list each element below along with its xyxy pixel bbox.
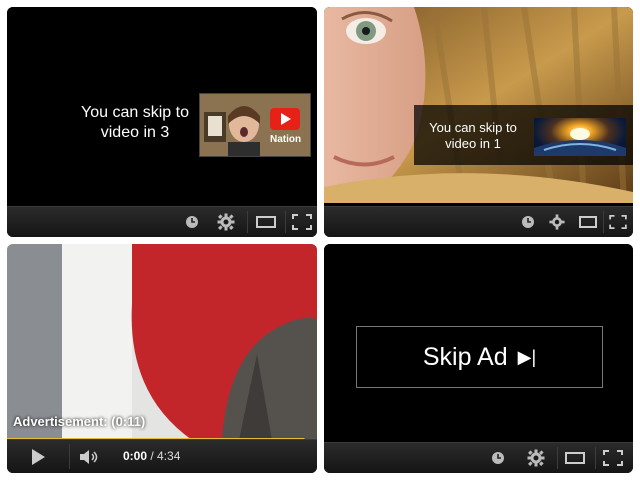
fullscreen-icon[interactable] — [606, 207, 630, 237]
video-player-3: Advertisement: (0:11) 0:00 / 4:34 — [7, 244, 317, 473]
watch-later-icon[interactable] — [518, 207, 538, 237]
current-time: 0:00 — [123, 449, 148, 463]
time-separator: / — [147, 449, 158, 463]
controls-divider — [557, 447, 558, 469]
video-player-4: Skip Ad ▶| — [324, 244, 633, 473]
sunrise-earth-image — [534, 128, 626, 156]
video-player-2: You can skip to video in 1 — [324, 7, 633, 237]
settings-gear-icon[interactable] — [213, 207, 239, 237]
fullscreen-icon[interactable] — [288, 207, 316, 237]
next-video-thumbnail[interactable] — [534, 118, 626, 156]
time-display: 0:00 / 4:34 — [123, 440, 180, 473]
theater-mode-icon[interactable] — [576, 207, 600, 237]
player-controls: 0:00 / 4:34 — [7, 439, 317, 473]
theater-mode-icon[interactable] — [251, 207, 281, 237]
skip-ad-label: Skip Ad — [422, 342, 508, 371]
ad-video-frame — [7, 244, 317, 440]
skip-ad-button[interactable]: Skip Ad ▶| — [356, 326, 603, 388]
controls-divider — [285, 211, 286, 233]
settings-gear-icon[interactable] — [523, 443, 549, 473]
controls-divider — [247, 211, 248, 233]
advertisement-countdown-label: Advertisement: (0:11) — [13, 414, 146, 429]
video-area[interactable]: Advertisement: (0:11) — [7, 244, 317, 440]
theater-mode-icon[interactable] — [560, 443, 590, 473]
thumbnail-caption: Nation — [270, 134, 302, 145]
settings-gear-icon[interactable] — [546, 207, 568, 237]
skip-countdown-text: You can skip to video in 1 — [429, 120, 517, 152]
controls-divider — [69, 444, 70, 469]
skip-next-icon: ▶| — [517, 346, 537, 367]
video-area[interactable]: You can skip to video in 1 — [324, 7, 633, 203]
total-time: 4:34 — [157, 449, 181, 463]
volume-icon[interactable] — [77, 440, 103, 473]
player-controls — [7, 206, 317, 237]
player-controls — [324, 206, 633, 237]
thumbnail-image — [200, 94, 310, 156]
video-area[interactable]: Skip Ad ▶| — [324, 244, 633, 440]
watch-later-icon[interactable] — [181, 207, 203, 237]
skip-countdown-box: You can skip to video in 1 — [414, 105, 633, 165]
skip-countdown-text: You can skip to video in 3 — [81, 104, 189, 141]
video-player-1: You can skip to video in 3 Nation — [7, 7, 317, 237]
player-controls — [324, 442, 633, 473]
video-area[interactable]: You can skip to video in 3 Nation — [7, 7, 317, 203]
fullscreen-icon[interactable] — [599, 443, 627, 473]
play-icon[interactable] — [21, 440, 55, 473]
watch-later-icon[interactable] — [487, 443, 509, 473]
next-video-thumbnail[interactable]: Nation — [199, 93, 311, 157]
controls-divider — [603, 211, 604, 233]
controls-divider — [595, 447, 596, 469]
